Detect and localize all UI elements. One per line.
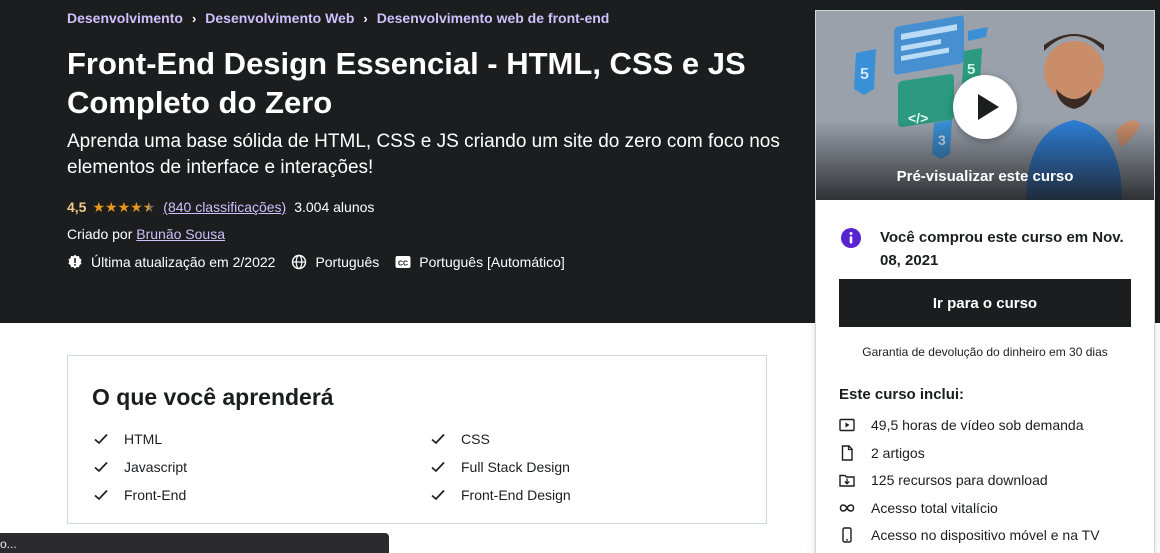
learn-item-text: CSS [461,431,490,447]
include-item: 125 recursos para download [839,472,1048,488]
creator-line: Criado por Brunão Sousa [67,226,225,242]
learn-item: HTML [94,431,162,447]
learn-item-text: Front-End [124,487,187,503]
check-icon [94,433,108,445]
star-icon: ★ [130,199,143,215]
include-item-text: Acesso total vitalício [871,500,998,516]
include-item: Acesso total vitalício [839,500,998,516]
purchase-notice-text: Você comprou este curso em Nov. 08, 2021 [880,229,1124,269]
include-item-text: 2 artigos [871,445,925,461]
file-icon [841,445,853,461]
globe-icon [292,254,307,270]
infinity-icon [839,504,855,512]
learn-item: Full Stack Design [431,459,570,475]
breadcrumb: Desenvolvimento › Desenvolvimento Web › … [67,10,609,26]
star-icon: ★ [105,199,118,215]
purchase-sidebar: 5 5 </> 3 Pré-visualizar este curso Você… [815,10,1155,553]
svg-text:5: 5 [860,66,869,83]
check-icon [431,461,445,473]
captions: CC Português [Automático] [395,254,565,270]
rating-row: 4,5 ★ ★ ★ ★ ★ (840 classificações) 3.004… [67,199,374,215]
chevron-right-icon: › [363,10,368,26]
breadcrumb-item-desenvolvimento-web[interactable]: Desenvolvimento Web [205,10,354,26]
last-updated: Última atualização em 2/2022 [67,254,275,270]
star-icon: ★ [92,199,106,215]
mobile-icon [842,527,852,543]
learn-title: O que você aprenderá [92,384,334,410]
include-item-text: 125 recursos para download [871,472,1048,488]
video-icon [839,418,855,432]
learn-item-text: HTML [124,431,163,447]
last-updated-text: Última atualização em 2/2022 [91,254,276,270]
include-item-text: Acesso no dispositivo móvel e na TV [871,527,1100,543]
students-count: 3.004 alunos [294,199,375,215]
course-preview[interactable]: 5 5 </> 3 Pré-visualizar este curso [816,11,1154,200]
includes-title: Este curso inclui: [839,386,965,403]
learn-item: CSS [431,431,490,447]
go-to-course-button[interactable]: Ir para o curso [839,279,1131,327]
svg-text:CC: CC [398,261,408,268]
play-button[interactable] [953,75,1017,139]
check-icon [94,489,108,501]
check-icon [94,461,108,473]
check-icon [431,433,445,445]
created-by-label: Criado por [67,226,133,242]
include-item: 2 artigos [839,445,925,461]
learn-item-text: Full Stack Design [461,459,570,475]
check-icon [431,489,445,501]
closed-captions-icon: CC [395,256,411,268]
purchase-notice: Você comprou este curso em Nov. 08, 2021 [840,226,1140,272]
instructor-link[interactable]: Brunão Sousa [136,226,225,242]
rating-value: 4,5 [67,199,87,215]
ratings-count-link[interactable]: (840 classificações) [163,199,286,215]
captions-text: Português [Automático] [419,254,565,270]
language-text: Português [315,254,380,270]
include-item: Acesso no dispositivo móvel e na TV [839,527,1100,543]
learn-item-text: Front-End Design [461,487,571,503]
what-you-will-learn: O que você aprenderá HTML CSS Javascript… [67,355,767,524]
course-meta: Última atualização em 2/2022 Português C… [67,254,581,270]
breadcrumb-item-front-end[interactable]: Desenvolvimento web de front-end [377,10,610,26]
learn-item: Front-End Design [431,487,571,503]
preview-label: Pré-visualizar este curso [896,168,1074,185]
language: Português [291,254,379,270]
learn-item: Javascript [94,459,187,475]
learn-item-text: Javascript [124,459,188,475]
alert-badge-icon [68,254,82,269]
include-item-text: 49,5 horas de vídeo sob demanda [871,417,1084,433]
star-icon: ★ [117,199,131,215]
star-rating: ★ ★ ★ ★ ★ [92,200,155,214]
course-subtitle: Aprenda uma base sólida de HTML, CSS e J… [67,131,780,178]
half-star-icon: ★ [142,199,156,215]
info-icon [841,228,861,248]
browser-status-bar: o... [0,533,389,553]
status-bar-text: o... [0,537,17,551]
breadcrumb-item-desenvolvimento[interactable]: Desenvolvimento [67,10,183,26]
play-icon [978,94,999,120]
money-back-guarantee: Garantia de devolução do dinheiro em 30 … [862,345,1108,359]
learn-item: Front-End [94,487,186,503]
download-icon [839,474,855,487]
chevron-right-icon: › [191,10,197,26]
include-item: 49,5 horas de vídeo sob demanda [839,417,1084,433]
course-title: Front-End Design Essencial - HTML, CSS e… [67,46,746,120]
